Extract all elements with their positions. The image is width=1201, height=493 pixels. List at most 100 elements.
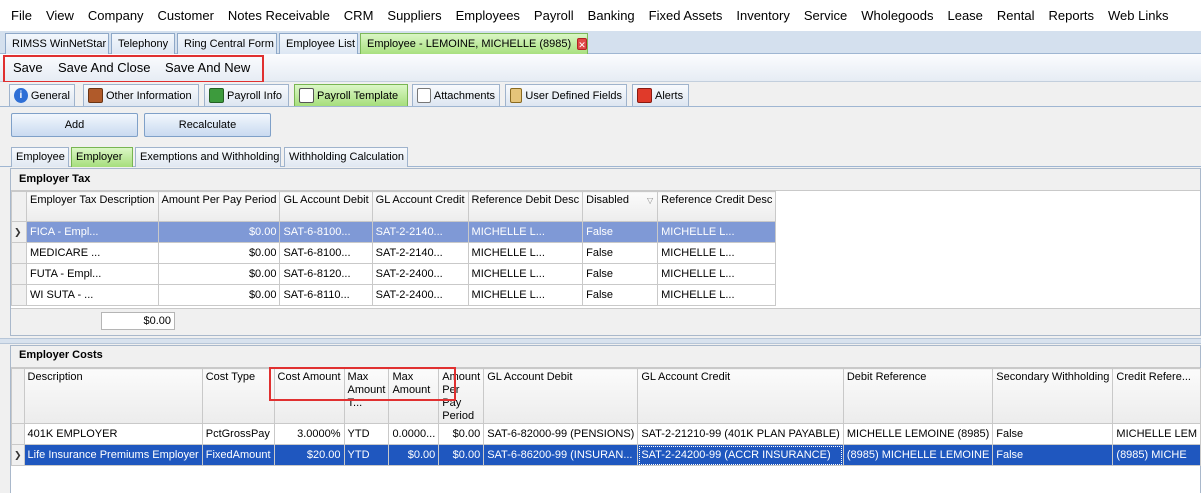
- add-button[interactable]: Add: [11, 113, 138, 137]
- menu-notes-receivable[interactable]: Notes Receivable: [221, 8, 337, 23]
- column-header[interactable]: Reference Credit Desc: [657, 191, 777, 222]
- table-cell[interactable]: SAT-6-86200-99 (INSURAN...: [483, 444, 639, 466]
- table-cell[interactable]: 401K EMPLOYER: [23, 423, 203, 445]
- column-header[interactable]: GL Account Debit: [483, 368, 639, 424]
- menu-employees[interactable]: Employees: [449, 8, 527, 23]
- tab-employer[interactable]: Employer: [71, 147, 133, 167]
- table-cell[interactable]: SAT-2-2400...: [371, 263, 469, 285]
- doc-tab-rimss[interactable]: RIMSS WinNetStar: [5, 33, 109, 54]
- table-cell[interactable]: 0.0000...: [388, 423, 440, 445]
- tab-payroll-template[interactable]: Payroll Template: [294, 84, 408, 106]
- row-indicator[interactable]: ❯: [11, 221, 27, 243]
- close-icon[interactable]: ✕: [577, 38, 587, 50]
- table-cell[interactable]: SAT-6-82000-99 (PENSIONS): [483, 423, 639, 445]
- tab-other-information[interactable]: Other Information: [83, 84, 199, 106]
- table-cell[interactable]: FUTA - Empl...: [26, 263, 159, 285]
- recalculate-button[interactable]: Recalculate: [144, 113, 271, 137]
- table-cell[interactable]: False: [582, 242, 659, 264]
- table-row[interactable]: ❯ FICA - Empl... $0.00 SAT-6-8100... SAT-2-2…: [11, 221, 777, 243]
- table-cell[interactable]: 3.0000%: [273, 423, 345, 445]
- table-cell[interactable]: SAT-6-8100...: [279, 221, 373, 243]
- table-cell[interactable]: FixedAmount: [201, 444, 275, 466]
- row-indicator[interactable]: [11, 423, 25, 445]
- table-row[interactable]: MEDICARE ... $0.00 SAT-6-8100... SAT-2-2140…: [11, 242, 777, 264]
- table-row[interactable]: FUTA - Empl... $0.00 SAT-6-8120... SAT-2-24…: [11, 263, 777, 285]
- menu-web-links[interactable]: Web Links: [1101, 8, 1175, 23]
- table-cell[interactable]: MICHELLE L...: [467, 242, 584, 264]
- menu-payroll[interactable]: Payroll: [527, 8, 581, 23]
- tab-employee[interactable]: Employee: [11, 147, 69, 167]
- table-cell[interactable]: MICHELLE LEM: [1112, 423, 1201, 445]
- table-cell[interactable]: $0.00: [438, 444, 485, 466]
- table-cell[interactable]: False: [582, 221, 659, 243]
- table-cell[interactable]: $0.00: [438, 423, 485, 445]
- tab-user-defined-fields[interactable]: User Defined Fields: [505, 84, 627, 106]
- menu-reports[interactable]: Reports: [1041, 8, 1101, 23]
- tab-exemptions-withholding[interactable]: Exemptions and Withholding: [135, 147, 281, 167]
- table-cell[interactable]: YTD: [343, 444, 390, 466]
- table-cell[interactable]: FICA - Empl...: [26, 221, 159, 243]
- table-cell[interactable]: SAT-2-24200-99 (ACCR INSURANCE): [637, 444, 844, 466]
- column-header[interactable]: Description: [23, 368, 203, 424]
- table-cell[interactable]: SAT-2-2400...: [371, 284, 469, 306]
- table-cell[interactable]: (8985) MICHELLE LEMOINE: [842, 444, 994, 466]
- doc-tab-telephony[interactable]: Telephony: [111, 33, 175, 54]
- column-header[interactable]: Secondary Withholding: [992, 368, 1114, 424]
- menu-rental[interactable]: Rental: [990, 8, 1042, 23]
- tab-payroll-info[interactable]: Payroll Info: [204, 84, 289, 106]
- row-indicator[interactable]: ❯: [11, 444, 25, 466]
- table-cell[interactable]: MICHELLE L...: [657, 221, 777, 243]
- table-cell[interactable]: False: [992, 423, 1114, 445]
- menu-crm[interactable]: CRM: [337, 8, 381, 23]
- doc-tab-ring-central[interactable]: Ring Central Form: [177, 33, 277, 54]
- column-header[interactable]: GL Account Credit: [637, 368, 844, 424]
- table-cell[interactable]: YTD: [343, 423, 390, 445]
- tab-general[interactable]: i General: [9, 84, 75, 106]
- table-cell[interactable]: SAT-6-8100...: [279, 242, 373, 264]
- table-cell[interactable]: MICHELLE L...: [467, 221, 584, 243]
- column-header[interactable]: GL Account Credit: [371, 191, 469, 222]
- table-cell[interactable]: $20.00: [273, 444, 345, 466]
- row-indicator[interactable]: [11, 263, 27, 285]
- column-header[interactable]: Reference Debit Desc: [467, 191, 584, 222]
- table-cell[interactable]: $0.00: [157, 242, 281, 264]
- doc-tab-employee-list[interactable]: Employee List: [279, 33, 358, 54]
- table-cell[interactable]: MICHELLE LEMOINE (8985): [842, 423, 994, 445]
- menu-wholegoods[interactable]: Wholegoods: [854, 8, 940, 23]
- table-cell[interactable]: False: [582, 263, 659, 285]
- menu-view[interactable]: View: [39, 8, 81, 23]
- tab-attachments[interactable]: Attachments: [412, 84, 500, 106]
- table-cell[interactable]: False: [992, 444, 1114, 466]
- table-cell[interactable]: SAT-2-2140...: [371, 221, 469, 243]
- menu-banking[interactable]: Banking: [581, 8, 642, 23]
- table-cell[interactable]: SAT-2-21210-99 (401K PLAN PAYABLE): [637, 423, 844, 445]
- table-cell[interactable]: $0.00: [157, 221, 281, 243]
- column-header[interactable]: Amount Per Pay Period: [157, 191, 281, 222]
- panel-splitter[interactable]: [0, 338, 1201, 344]
- menu-lease[interactable]: Lease: [940, 8, 989, 23]
- table-row[interactable]: ❯ Life Insurance Premiums Employer FixedAm…: [11, 444, 1201, 466]
- tab-alerts[interactable]: Alerts: [632, 84, 689, 106]
- menu-fixed-assets[interactable]: Fixed Assets: [642, 8, 730, 23]
- column-header-disabled[interactable]: Disabled ▽: [582, 191, 659, 222]
- menu-file[interactable]: File: [4, 8, 39, 23]
- menu-inventory[interactable]: Inventory: [729, 8, 796, 23]
- table-cell[interactable]: MICHELLE L...: [467, 284, 584, 306]
- column-header[interactable]: Employer Tax Description: [26, 191, 159, 222]
- table-row[interactable]: WI SUTA - ... $0.00 SAT-6-8110... SAT-2-240…: [11, 284, 777, 306]
- filter-icon[interactable]: ▽: [647, 194, 653, 207]
- column-header[interactable]: Cost Type: [201, 368, 275, 424]
- menu-customer[interactable]: Customer: [151, 8, 221, 23]
- table-cell[interactable]: MICHELLE L...: [657, 263, 777, 285]
- tab-withholding-calculation[interactable]: Withholding Calculation: [284, 147, 408, 167]
- table-row[interactable]: 401K EMPLOYER PctGrossPay 3.0000% YTD 0.0000…: [11, 423, 1201, 445]
- menu-suppliers[interactable]: Suppliers: [380, 8, 448, 23]
- menu-company[interactable]: Company: [81, 8, 151, 23]
- doc-tab-employee-lemoine[interactable]: Employee - LEMOINE, MICHELLE (8985) ✕: [360, 33, 588, 54]
- table-cell[interactable]: False: [582, 284, 659, 306]
- table-cell[interactable]: WI SUTA - ...: [26, 284, 159, 306]
- table-cell[interactable]: SAT-2-2140...: [371, 242, 469, 264]
- table-cell[interactable]: $0.00: [157, 284, 281, 306]
- column-header[interactable]: GL Account Debit: [279, 191, 373, 222]
- menu-service[interactable]: Service: [797, 8, 854, 23]
